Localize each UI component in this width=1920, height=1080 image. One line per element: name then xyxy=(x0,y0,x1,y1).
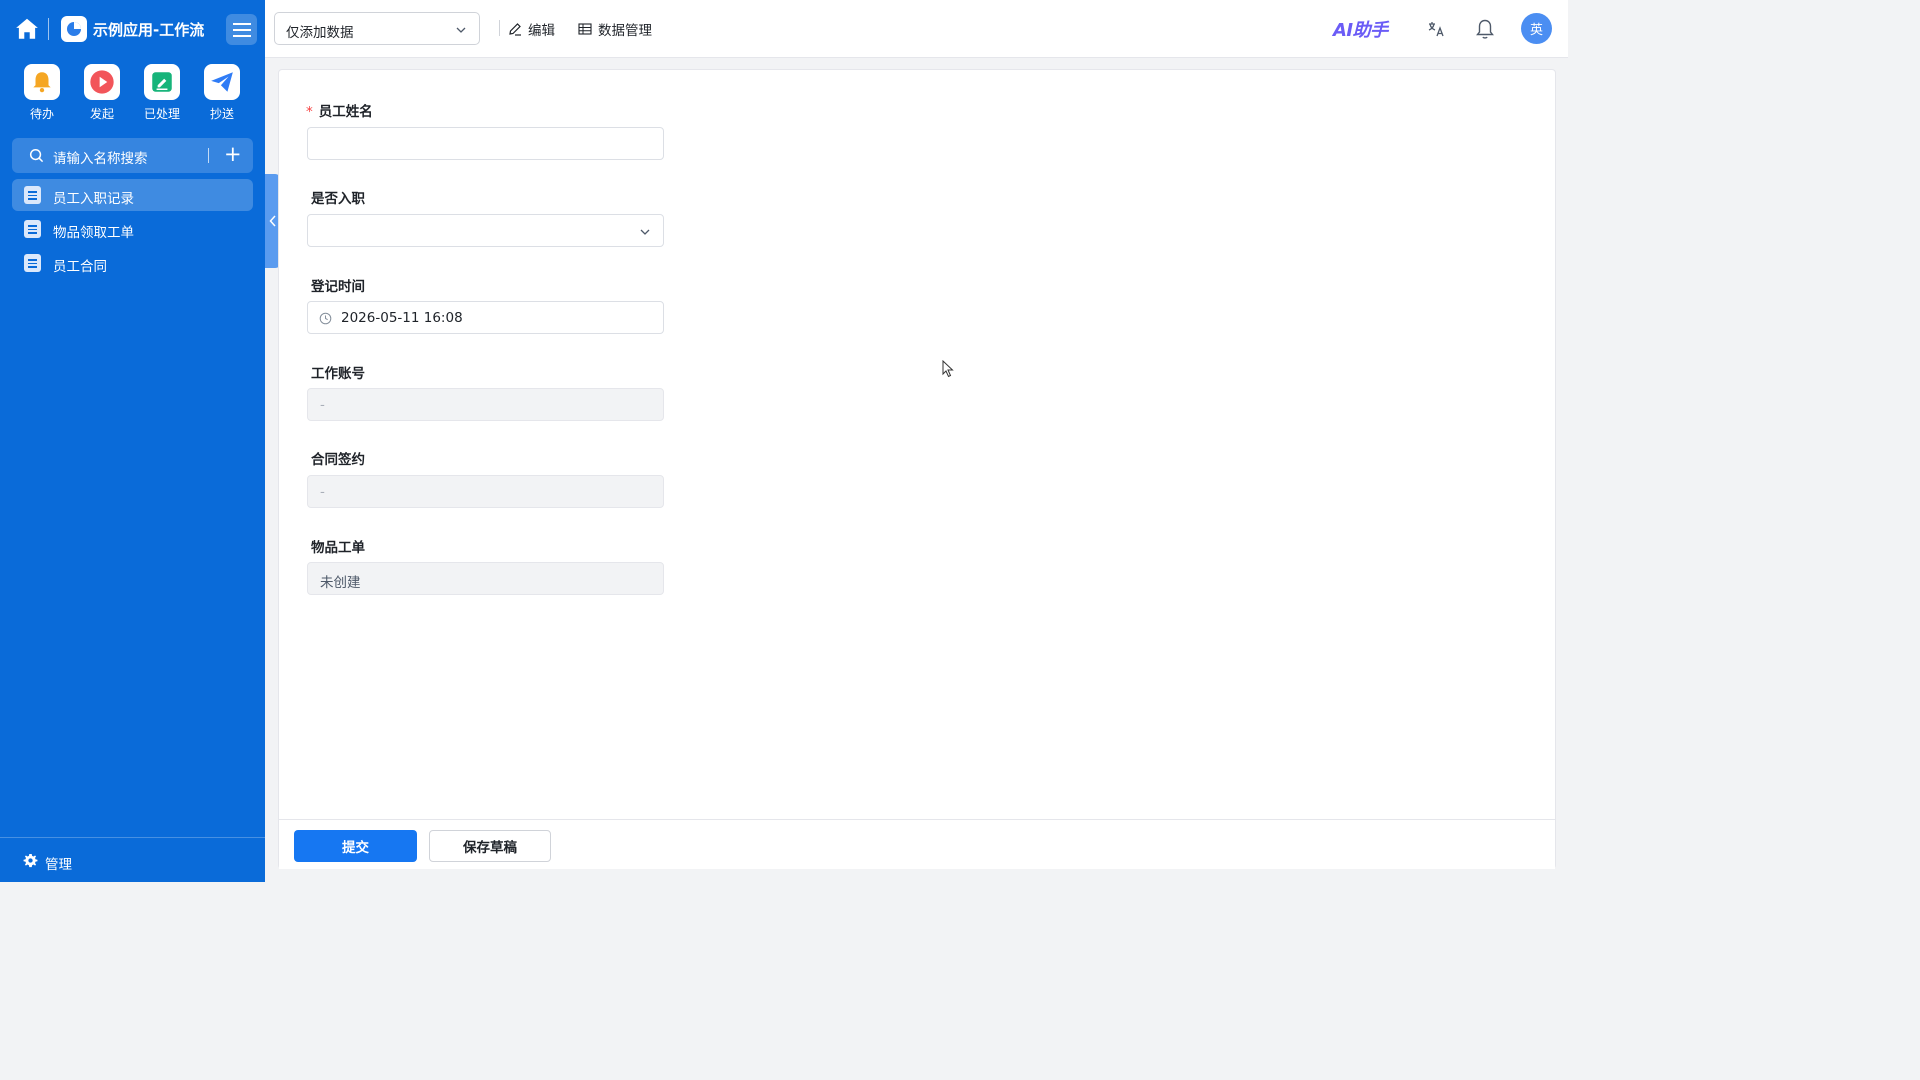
quick-action-processed[interactable]: 已处理 xyxy=(142,64,182,122)
chevron-down-icon xyxy=(456,27,466,33)
search-placeholder: 请输入名称搜索 xyxy=(53,151,148,167)
home-icon[interactable] xyxy=(14,16,40,42)
item-order-field: 未创建 xyxy=(307,562,664,595)
menu-icon xyxy=(232,22,251,37)
field-label-register-time: 登记时间 xyxy=(311,279,365,295)
quick-action-cc[interactable]: 抄送 xyxy=(202,64,242,122)
required-marker: * xyxy=(306,104,313,120)
form-icon xyxy=(24,220,41,238)
avatar[interactable]: 英 xyxy=(1521,13,1552,44)
sidebar-item-label: 物品领取工单 xyxy=(53,225,134,241)
register-time-value: 2026-05-11 16:08 xyxy=(341,310,463,326)
field-label-onboarded: 是否入职 xyxy=(311,191,365,207)
app-logo-icon xyxy=(61,16,87,42)
table-icon xyxy=(578,23,592,35)
chevron-left-icon xyxy=(269,215,276,227)
save-draft-button[interactable]: 保存草稿 xyxy=(429,830,551,862)
bell-icon xyxy=(24,64,60,100)
top-bar: 仅添加数据 编辑 数据管理 AI助手 英 xyxy=(265,0,1568,58)
register-time-input[interactable]: 2026-05-11 16:08 xyxy=(307,301,664,334)
field-label-work-account: 工作账号 xyxy=(311,366,365,382)
data-manage-button[interactable]: 数据管理 xyxy=(578,19,652,39)
work-account-field: - xyxy=(307,388,664,421)
chevron-down-icon xyxy=(640,229,650,235)
sidebar-header: 示例应用-工作流 xyxy=(0,0,265,58)
app-title: 示例应用-工作流 xyxy=(93,21,205,39)
form-footer: 提交 保存草稿 xyxy=(279,819,1555,869)
add-icon[interactable]: + xyxy=(224,144,242,165)
sidebar: 示例应用-工作流 待办 发起 已处理 抄送 请输入名称搜索 + 员工入职记录 物… xyxy=(0,0,265,882)
sidebar-item-item-requests[interactable]: 物品领取工单 xyxy=(12,213,253,245)
sidebar-item-label: 员工入职记录 xyxy=(53,191,134,207)
ai-assistant-button[interactable]: AI助手 xyxy=(1333,16,1388,42)
quick-action-label: 抄送 xyxy=(209,107,234,121)
divider xyxy=(208,148,209,163)
play-icon xyxy=(84,64,120,100)
view-select[interactable]: 仅添加数据 xyxy=(274,12,480,45)
quick-action-label: 发起 xyxy=(89,107,114,121)
edit-button[interactable]: 编辑 xyxy=(508,19,555,39)
view-select-value: 仅添加数据 xyxy=(286,25,354,41)
translate-icon[interactable] xyxy=(1424,17,1448,41)
mouse-cursor-icon xyxy=(942,360,954,378)
work-account-value: - xyxy=(320,397,325,413)
bell-icon[interactable] xyxy=(1473,17,1497,41)
gear-icon xyxy=(23,853,38,868)
check-doc-icon xyxy=(144,64,180,100)
quick-action-todo[interactable]: 待办 xyxy=(22,64,62,122)
field-label-item-order: 物品工单 xyxy=(311,540,365,556)
send-icon xyxy=(204,64,240,100)
manage-label: 管理 xyxy=(45,857,72,873)
quick-action-label: 已处理 xyxy=(143,107,180,121)
field-label-employee-name: * 员工姓名 xyxy=(306,104,373,120)
divider xyxy=(48,18,49,40)
item-order-value: 未创建 xyxy=(320,575,361,591)
sidebar-item-onboarding[interactable]: 员工入职记录 xyxy=(12,179,253,211)
form-card: * 员工姓名 是否入职 登记时间 2026-05-11 16:08 工作账号 - … xyxy=(278,69,1556,869)
edit-icon xyxy=(509,23,521,36)
quick-action-start[interactable]: 发起 xyxy=(82,64,122,122)
form-icon xyxy=(24,254,41,272)
divider xyxy=(499,20,500,36)
menu-toggle-button[interactable] xyxy=(226,14,257,45)
data-manage-label: 数据管理 xyxy=(598,23,652,39)
search-icon xyxy=(29,148,44,163)
field-label-contract: 合同签约 xyxy=(311,452,365,468)
edit-label: 编辑 xyxy=(528,23,555,39)
quick-action-label: 待办 xyxy=(29,107,54,121)
employee-name-input[interactable] xyxy=(307,127,664,160)
form-icon xyxy=(24,186,41,204)
sidebar-item-contracts[interactable]: 员工合同 xyxy=(12,247,253,279)
search-input[interactable]: 请输入名称搜索 + xyxy=(12,138,253,173)
manage-button[interactable]: 管理 xyxy=(0,837,265,882)
onboarded-select[interactable] xyxy=(307,214,664,247)
clock-icon xyxy=(319,312,332,325)
sidebar-item-label: 员工合同 xyxy=(53,259,107,275)
submit-button[interactable]: 提交 xyxy=(294,830,417,862)
contract-value: - xyxy=(320,484,325,500)
contract-field: - xyxy=(307,475,664,508)
